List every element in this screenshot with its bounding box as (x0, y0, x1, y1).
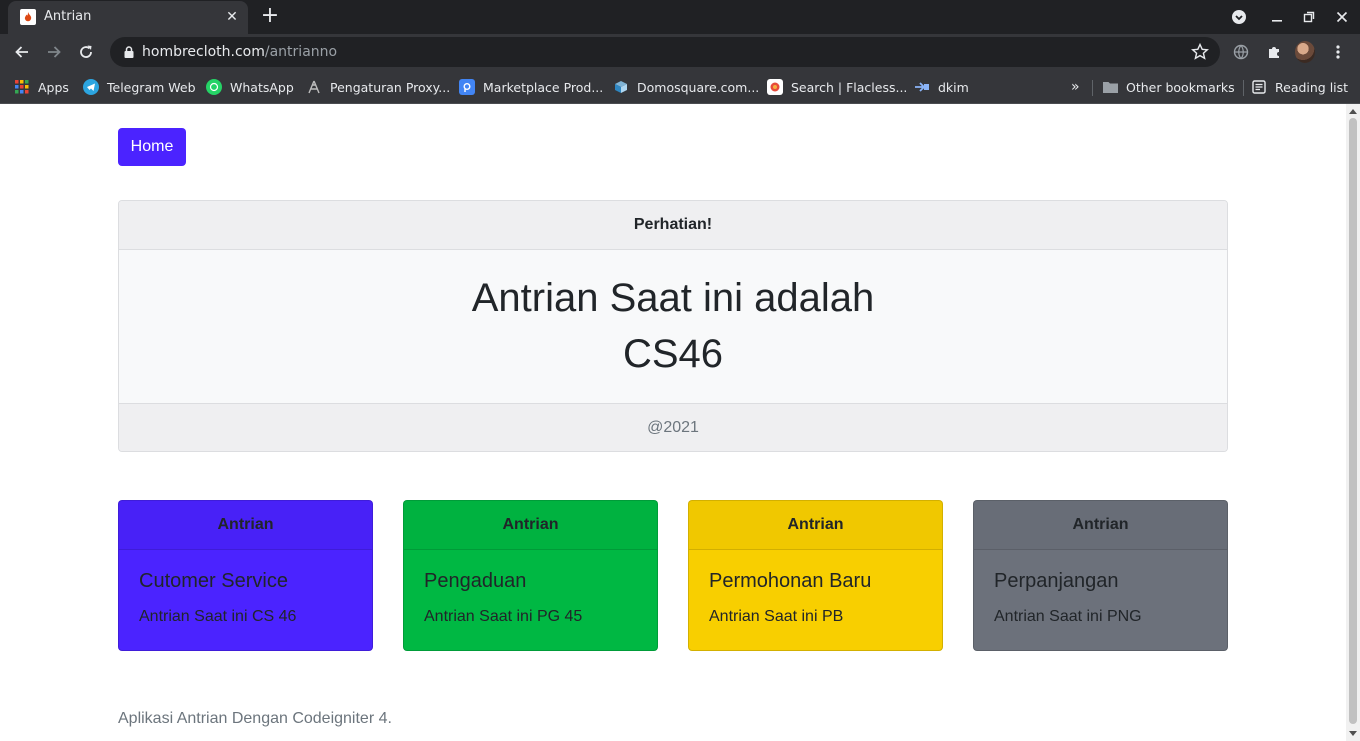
bookmark-star-icon[interactable] (1190, 42, 1210, 62)
bookmark-label: Telegram Web (107, 79, 196, 95)
bookmark-other[interactable]: Other bookmarks (1102, 77, 1235, 97)
bookmark-whatsapp[interactable]: WhatsApp (206, 77, 294, 97)
bookmark-label: Search | Flacless... (791, 79, 908, 95)
chrome-menu-icon[interactable] (1328, 42, 1348, 62)
bookmark-label: Domosquare.com... (637, 79, 760, 95)
current-queue-heading: Antrian Saat ini adalah (471, 276, 875, 320)
restore-icon[interactable] (1297, 5, 1321, 29)
card-body: Pengaduan Antrian Saat ini PG 45 (404, 550, 657, 646)
home-button[interactable]: Home (118, 128, 186, 166)
card-title: Perpanjangan (994, 570, 1119, 592)
browser-chrome: Antrian ✕ + hombrecloth.com/antrianno Ap… (0, 0, 1360, 104)
bookmarks-bar: Apps Telegram Web WhatsApp Pengaturan Pr… (0, 70, 1360, 104)
current-queue-card: Perhatian! Antrian Saat ini adalah CS46 … (118, 200, 1228, 452)
bookmarks-divider (1092, 80, 1093, 96)
card-header: Antrian (404, 501, 657, 550)
apps-grid-icon (14, 79, 30, 95)
card-body: Perpanjangan Antrian Saat ini PNG (974, 550, 1227, 646)
card-title: Cutomer Service (139, 570, 288, 592)
card-footer: @2021 (119, 403, 1227, 451)
bookmarks-divider (1243, 80, 1244, 96)
queue-card-customer-service: Antrian Cutomer Service Antrian Saat ini… (118, 500, 373, 651)
current-queue-number: CS46 (622, 332, 724, 376)
card-text: Antrian Saat ini PB (709, 608, 844, 625)
bookmark-label: Reading list (1275, 79, 1349, 95)
back-icon[interactable] (8, 38, 36, 66)
whatsapp-icon (206, 79, 222, 95)
bookmark-proxy[interactable]: Pengaturan Proxy... (306, 77, 450, 97)
bookmark-dkim[interactable]: dkim (914, 77, 969, 97)
close-window-icon[interactable] (1330, 5, 1354, 29)
card-body: Cutomer Service Antrian Saat ini CS 46 (119, 550, 372, 646)
lock-icon (124, 46, 134, 58)
more-bookmarks-button[interactable]: » (1071, 77, 1080, 97)
bookmark-label: Marketplace Prod... (483, 79, 604, 95)
translate-extension-icon[interactable] (1231, 42, 1251, 62)
card-body: Permohonan Baru Antrian Saat ini PB (689, 550, 942, 646)
tab-strip: Antrian ✕ + (0, 0, 1360, 34)
card-body: Antrian Saat ini adalah CS46 (119, 250, 1227, 403)
queue-card-permohonan-baru: Antrian Permohonan Baru Antrian Saat ini… (688, 500, 943, 651)
vertical-scrollbar[interactable] (1346, 104, 1360, 741)
tab-title: Antrian (44, 9, 92, 24)
card-text: Antrian Saat ini CS 46 (139, 608, 297, 625)
card-title: Permohonan Baru (709, 570, 872, 592)
codeigniter-favicon-icon (20, 9, 36, 25)
queue-card-pengaduan: Antrian Pengaduan Antrian Saat ini PG 45 (403, 500, 658, 651)
minimize-icon[interactable] (1265, 5, 1289, 29)
bookmark-domosquare[interactable]: Domosquare.com... (613, 77, 759, 97)
bookmark-label: WhatsApp (230, 79, 294, 95)
card-text: Antrian Saat ini PNG (994, 608, 1142, 625)
profile-avatar[interactable] (1295, 41, 1315, 63)
bookmark-flacless[interactable]: Search | Flacless... (767, 77, 907, 97)
card-header: Antrian (974, 501, 1227, 550)
tab-close-icon[interactable]: ✕ (224, 9, 240, 25)
card-title: Pengaduan (424, 570, 527, 592)
bookmark-marketplace[interactable]: Marketplace Prod... (459, 77, 603, 97)
forward-icon[interactable] (40, 38, 68, 66)
new-tab-button[interactable]: + (258, 5, 282, 29)
reload-icon[interactable] (72, 38, 100, 66)
tab-search-icon[interactable] (1227, 5, 1251, 29)
extensions-puzzle-icon[interactable] (1264, 42, 1284, 62)
bookmark-apps[interactable]: Apps (14, 77, 69, 97)
dkim-icon (914, 79, 930, 95)
bookmark-label: dkim (938, 79, 969, 95)
reading-list-icon (1251, 79, 1267, 95)
card-header: Perhatian! (119, 201, 1227, 250)
folder-icon (1102, 79, 1118, 95)
reading-list-button[interactable]: Reading list (1251, 77, 1348, 97)
marketplace-icon (459, 79, 475, 95)
scroll-down-arrow-icon[interactable] (1349, 731, 1357, 736)
bookmark-label: Other bookmarks (1126, 79, 1235, 95)
page-footer: Aplikasi Antrian Dengan Codeigniter 4. (118, 710, 392, 727)
url-text: hombrecloth.com/antrianno (142, 44, 338, 60)
card-header: Antrian (119, 501, 372, 550)
bookmark-label: Pengaturan Proxy... (330, 79, 451, 95)
domosquare-icon (613, 79, 629, 95)
scroll-thumb[interactable] (1349, 118, 1357, 724)
queue-card-perpanjangan: Antrian Perpanjangan Antrian Saat ini PN… (973, 500, 1228, 651)
telegram-icon (83, 79, 99, 95)
scroll-up-arrow-icon[interactable] (1349, 109, 1357, 114)
flacless-icon (767, 79, 783, 95)
address-bar[interactable]: hombrecloth.com/antrianno (110, 37, 1220, 67)
card-header: Antrian (689, 501, 942, 550)
page-viewport: Home Perhatian! Antrian Saat ini adalah … (0, 104, 1346, 741)
browser-toolbar: hombrecloth.com/antrianno (0, 34, 1360, 70)
tab-antrian[interactable]: Antrian ✕ (8, 1, 248, 34)
bookmark-label: Apps (38, 79, 69, 95)
proxy-icon (306, 79, 322, 95)
card-text: Antrian Saat ini PG 45 (424, 608, 583, 625)
bookmark-telegram[interactable]: Telegram Web (83, 77, 196, 97)
